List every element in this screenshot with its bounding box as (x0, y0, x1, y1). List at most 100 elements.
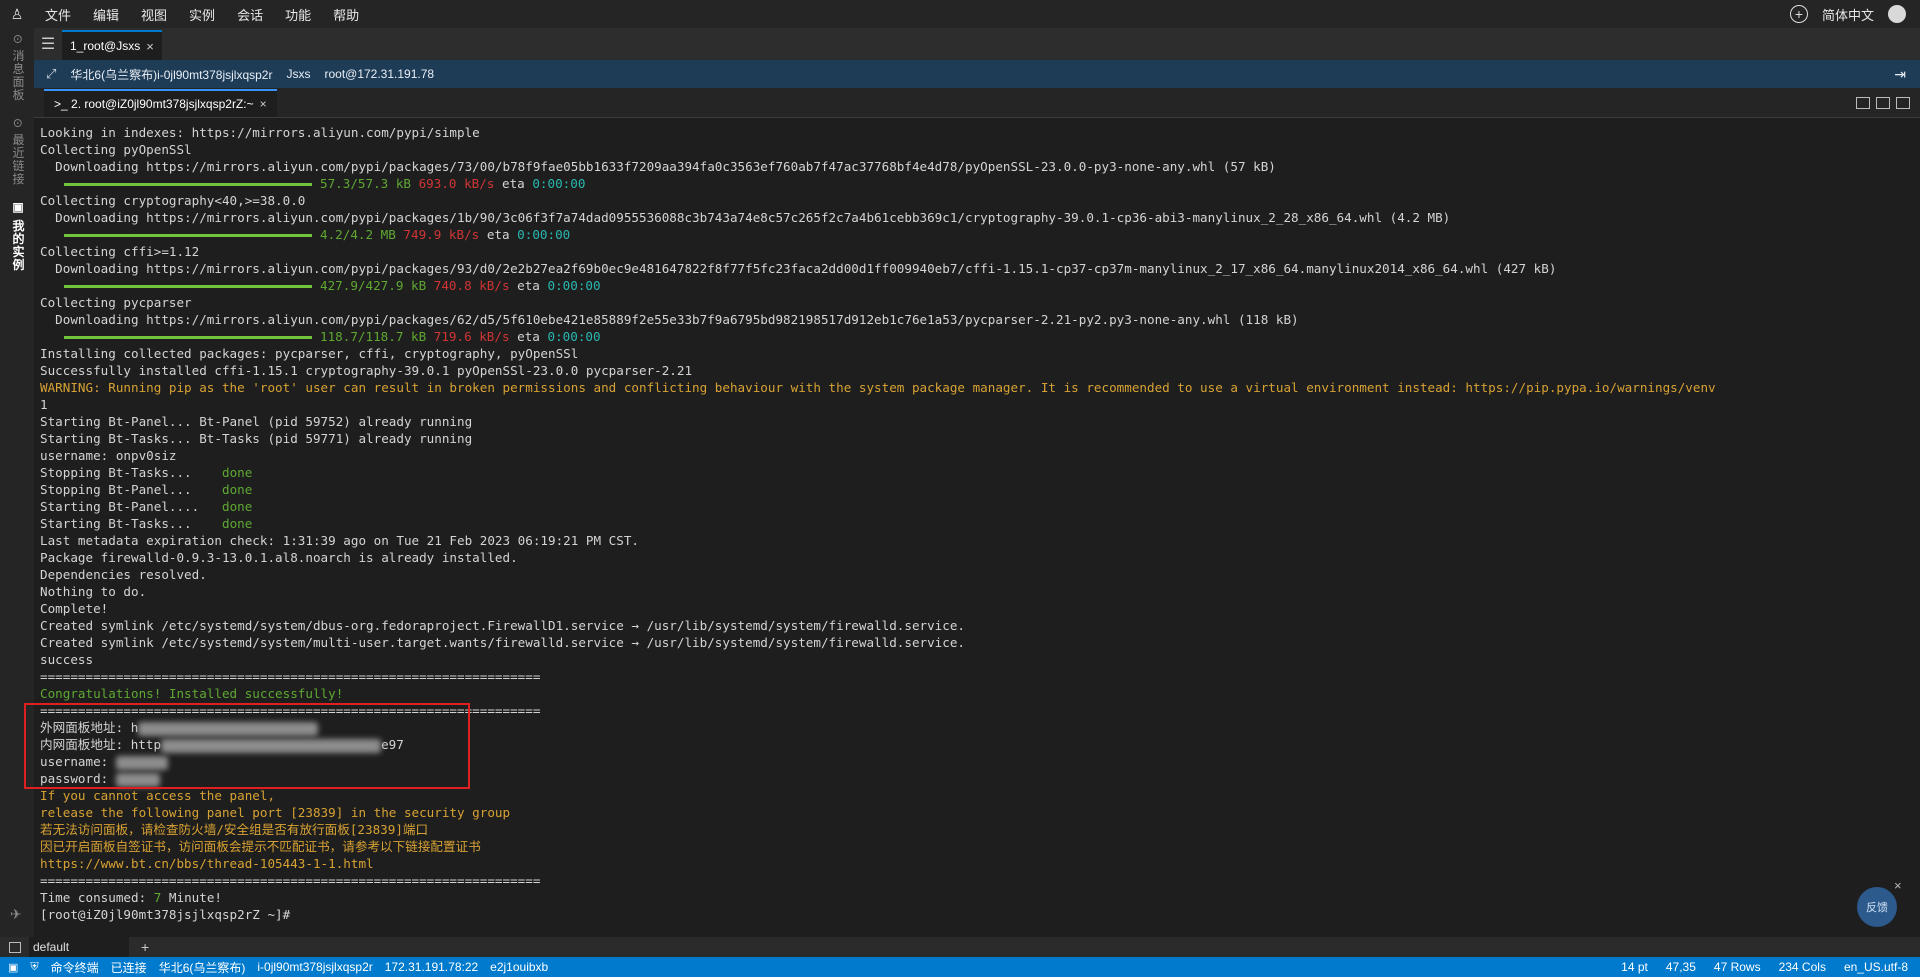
terminal-line: Created symlink /etc/systemd/system/mult… (40, 634, 1912, 651)
keyboard-icon[interactable]: ▣ (8, 961, 18, 974)
list-toggle-icon[interactable]: ☰ (34, 28, 62, 60)
menu-edit[interactable]: 编辑 (82, 5, 130, 24)
terminal-text: Congratulations! Installed successfully! (40, 686, 344, 701)
expand-icon[interactable]: ⤢ (46, 66, 56, 82)
terminal-line: username: onpv0siz (40, 447, 1912, 464)
terminal-line: username: (40, 753, 1912, 770)
terminal-text: Starting Bt-Panel... Bt-Panel (pid 59752… (40, 414, 473, 429)
terminal-text: Looking in indexes: https://mirrors.aliy… (40, 125, 480, 140)
terminal-text: done (221, 465, 253, 480)
terminal-text: [root@iZ0jl90mt378jsjlxqsp2rZ ~]# (40, 907, 291, 922)
menu-function[interactable]: 功能 (274, 5, 322, 24)
app-logo-icon: ♙ (10, 5, 24, 22)
terminal-text: password: (40, 771, 116, 786)
terminal-text: Downloading https://mirrors.aliyun.com/p… (40, 261, 1557, 276)
terminal-line: ========================================… (40, 702, 1912, 719)
status-terminal[interactable]: 命令终端 (51, 959, 99, 976)
status-bar: ▣ ⛨ 命令终端 已连接 华北6(乌兰察布) i-0jl90mt378jsjlx… (0, 957, 1920, 977)
terminal-line: If you cannot access the panel, (40, 787, 1912, 804)
sidebar-tab-instances[interactable]: ▣ 我的实例 (7, 200, 27, 271)
terminal-text: 0:00:00 (532, 176, 586, 191)
sidebar: ⊙ 消息面板 ⊙ 最近链接 ▣ 我的实例 ✈ (0, 28, 34, 943)
terminal-line: https://www.bt.cn/bbs/thread-105443-1-1.… (40, 855, 1912, 872)
terminal-line: Nothing to do. (40, 583, 1912, 600)
instance-region: 华北6(乌兰察布)i-0jl90mt378jsjlxqsp2r (70, 67, 273, 82)
terminal-line: 4.2/4.2 MB 749.9 kB/s eta 0:00:00 (40, 226, 1912, 243)
pin-icon[interactable]: ✈ (10, 906, 22, 923)
instance-user-ip: root@172.31.191.78 (324, 67, 435, 81)
terminal-text: Installing collected packages: pycparser… (40, 346, 579, 361)
terminal-text: 749.9 kB/s (403, 227, 480, 242)
split-vertical-icon[interactable] (1876, 97, 1890, 109)
status-rows: 47 Rows (1713, 960, 1761, 974)
status-font-size[interactable]: 14 pt (1621, 960, 1648, 974)
terminal-text: e97 (381, 737, 404, 752)
feedback-button[interactable]: 反馈 (1857, 887, 1897, 927)
terminal-icon (9, 941, 21, 953)
status-encoding[interactable]: en_US.utf-8 (1844, 960, 1908, 974)
terminal-text: 118.7/118.7 kB (320, 329, 434, 344)
terminal-text: eta (479, 227, 518, 242)
exit-icon[interactable]: ⇥ (1894, 66, 1906, 83)
terminal-text: 0:00:00 (547, 278, 601, 293)
terminal-text: Downloading https://mirrors.aliyun.com/p… (40, 312, 1299, 327)
terminal-line: Downloading https://mirrors.aliyun.com/p… (40, 158, 1912, 175)
terminal-text: Downloading https://mirrors.aliyun.com/p… (40, 210, 1451, 225)
layout-controls (1856, 89, 1920, 117)
add-pane-icon[interactable] (1856, 97, 1870, 109)
terminal-line: Downloading https://mirrors.aliyun.com/p… (40, 311, 1912, 328)
terminal-text: username: (40, 754, 116, 769)
menu-view[interactable]: 视图 (130, 5, 178, 24)
redacted-value (161, 738, 382, 753)
terminal-tab[interactable]: >_ 2. root@iZ0jl90mt378jsjlxqsp2rZ:~ × (44, 89, 277, 117)
terminal-text: Collecting cffi>=1.12 (40, 244, 200, 259)
shield-icon: ⛨ (30, 960, 39, 973)
terminal-line: 118.7/118.7 kB 719.6 kB/s eta 0:00:00 (40, 328, 1912, 345)
terminal-text: eta (509, 278, 548, 293)
sidebar-tab-messages[interactable]: ⊙ 消息面板 (7, 34, 27, 101)
progress-bar (64, 234, 312, 237)
terminal-line: Looking in indexes: https://mirrors.aliy… (40, 124, 1912, 141)
close-icon[interactable]: × (146, 39, 154, 54)
terminal-text: Collecting pycparser (40, 295, 192, 310)
terminal-text: done (221, 482, 253, 497)
terminal-line: Starting Bt-Panel.... done (40, 498, 1912, 515)
terminal-text: username: onpv0siz (40, 448, 177, 463)
close-icon[interactable]: × (260, 97, 267, 111)
language-selector[interactable]: 简体中文 (1822, 5, 1874, 24)
menu-file[interactable]: 文件 (34, 5, 82, 24)
status-cursor-pos: 47,35 (1665, 960, 1696, 974)
terminal-text: Stopping Bt-Tasks... (40, 465, 222, 480)
terminal-line: success (40, 651, 1912, 668)
add-tab-button[interactable]: + (141, 939, 149, 955)
add-circle-icon[interactable]: + (1789, 5, 1808, 23)
terminal-line: 因已开启面板自签证书，访问面板会提示不匹配证书，请参考以下链接配置证书 (40, 838, 1912, 855)
menu-bar: ♙ 文件 编辑 视图 实例 会话 功能 帮助 + 简体中文 (0, 0, 1920, 28)
split-horizontal-icon[interactable] (1896, 97, 1910, 109)
terminal-line: 57.3/57.3 kB 693.0 kB/s eta 0:00:00 (40, 175, 1912, 192)
sidebar-tab-recent[interactable]: ⊙ 最近链接 (7, 118, 27, 185)
terminal-text: Starting Bt-Panel.... (40, 499, 222, 514)
terminal-line: Collecting pycparser (40, 294, 1912, 311)
terminal-text: ========================================… (40, 669, 541, 684)
default-tab[interactable]: default (29, 937, 130, 957)
terminal-line: Successfully installed cffi-1.15.1 crypt… (40, 362, 1912, 379)
menu-session[interactable]: 会话 (226, 5, 274, 24)
terminal-text: eta (509, 329, 548, 344)
session-tab-bar: ☰ 1_root@Jsxs × (34, 28, 1920, 60)
menu-help[interactable]: 帮助 (322, 5, 370, 24)
terminal-line: release the following panel port [23839]… (40, 804, 1912, 821)
status-region: 华北6(乌兰察布) (158, 960, 246, 975)
terminal-text: https://www.bt.cn/bbs/thread-105443-1-1.… (40, 856, 374, 871)
terminal-text: 0:00:00 (517, 227, 571, 242)
session-tab[interactable]: 1_root@Jsxs × (62, 30, 162, 60)
instance-name: Jsxs (286, 67, 311, 81)
close-icon[interactable]: × (1894, 878, 1902, 893)
avatar[interactable] (1888, 5, 1906, 23)
terminal-output[interactable]: Looking in indexes: https://mirrors.aliy… (40, 124, 1912, 924)
terminal-line: Installing collected packages: pycparser… (40, 345, 1912, 362)
terminal-text: Starting Bt-Tasks... (40, 516, 222, 531)
menu-instance[interactable]: 实例 (178, 5, 226, 24)
redacted-value (138, 721, 319, 736)
terminal-text: 0:00:00 (547, 329, 601, 344)
